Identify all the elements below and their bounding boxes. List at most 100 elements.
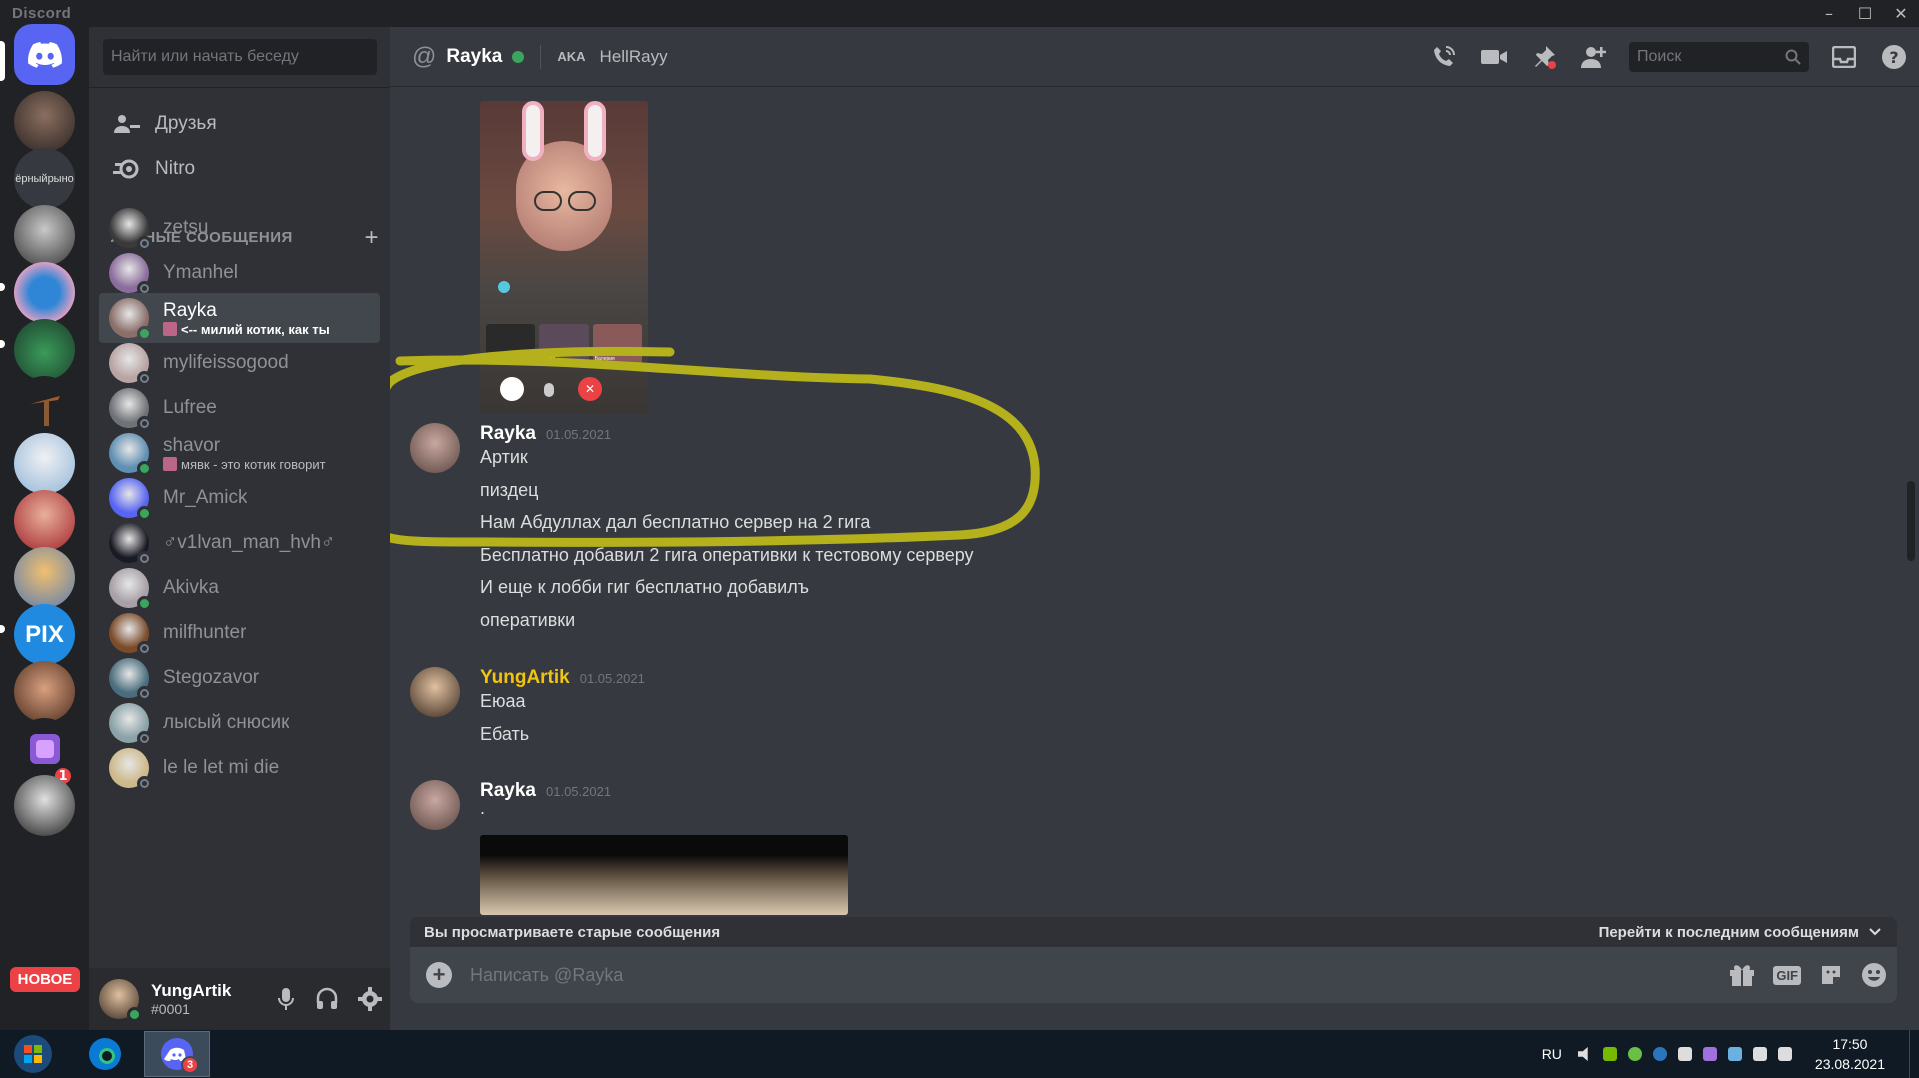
header-search-input[interactable]: Поиск <box>1629 42 1809 72</box>
video-call-button[interactable] <box>1469 27 1519 87</box>
server-icon[interactable] <box>14 91 75 152</box>
pinned-messages-button[interactable] <box>1519 27 1569 87</box>
discord-tray-icon[interactable] <box>1677 1047 1692 1061</box>
dm-item[interactable]: milfhunter <box>99 608 380 658</box>
dm-name: Rayka <box>163 299 217 321</box>
volume-icon[interactable] <box>1577 1047 1588 1061</box>
scrollbar[interactable] <box>1907 91 1915 911</box>
message-text: оперативки <box>480 610 576 630</box>
jump-to-latest-button[interactable]: Перейти к последним сообщениям <box>1599 924 1881 941</box>
composer-actions: GIF <box>1729 962 1887 988</box>
old-messages-notice: Вы просматриваете старые сообщения <box>424 923 721 941</box>
server-icon[interactable] <box>14 490 75 551</box>
avatar[interactable] <box>410 780 460 830</box>
clock[interactable]: 17:50 23.08.2021 <box>1815 1034 1885 1074</box>
upload-plus-icon[interactable]: + <box>426 962 452 988</box>
avatar[interactable] <box>410 423 460 473</box>
maximize-icon[interactable]: ☐ <box>1847 0 1883 27</box>
friends-label: Друзья <box>155 113 217 134</box>
network-icon[interactable] <box>1777 1047 1792 1061</box>
server-icon[interactable]: ёрныйрыно <box>14 148 75 209</box>
avatar <box>109 613 152 656</box>
message-author[interactable]: Rayka <box>480 780 536 802</box>
new-badge: НОВОЕ <box>10 967 80 992</box>
help-button[interactable]: ? <box>1869 27 1919 87</box>
image-attachment[interactable]: Вы Настя Валерия ✕ <box>480 101 648 414</box>
pen-icon[interactable] <box>1702 1047 1717 1061</box>
start-button[interactable] <box>0 1031 66 1077</box>
nitro-icon <box>113 159 139 179</box>
server-icon[interactable] <box>14 547 75 608</box>
divider <box>540 44 542 69</box>
nitro-nav-item[interactable]: Nitro <box>99 145 380 193</box>
gift-icon[interactable] <box>1729 963 1755 987</box>
show-desktop-button[interactable] <box>1909 1030 1919 1078</box>
server-icon[interactable] <box>14 205 75 266</box>
voice-call-button[interactable] <box>1419 27 1469 87</box>
avatar <box>109 658 152 701</box>
scrollbar-thumb[interactable] <box>1907 481 1915 561</box>
image-attachment[interactable] <box>480 835 848 915</box>
call-participant-tile: Настя <box>539 324 589 364</box>
message-text: . <box>480 798 486 818</box>
language-indicator[interactable]: RU <box>1542 1046 1562 1062</box>
video-camera-icon <box>1481 50 1507 64</box>
dm-item[interactable]: Lufree <box>99 383 380 433</box>
server-icon[interactable] <box>14 661 75 722</box>
dm-item[interactable]: Ymanhel <box>99 248 380 298</box>
taskbar-edge[interactable] <box>72 1031 138 1077</box>
server-icon[interactable] <box>14 376 75 437</box>
app-tray-icon[interactable] <box>1727 1047 1742 1061</box>
dm-item[interactable]: mylifeissogood <box>99 338 380 388</box>
taskbar-discord[interactable]: 3 <box>144 1031 210 1077</box>
server-list: ёрныйрыно PIX 1 НОВОЕ <box>0 24 89 1030</box>
flag-alert-icon[interactable] <box>1752 1047 1767 1061</box>
dm-status-text: мявк - это котик говорит <box>163 457 326 472</box>
server-icon[interactable] <box>14 433 75 494</box>
status-indicator <box>137 776 152 791</box>
inbox-button[interactable] <box>1819 27 1869 87</box>
server-icon[interactable]: PIX <box>14 604 75 665</box>
dm-search-input[interactable]: Найти или начать беседу <box>103 39 377 75</box>
dm-item[interactable]: Stegozavor <box>99 653 380 703</box>
dm-item[interactable]: Rayka <-- милий котик, как ты <box>99 293 380 343</box>
server-icon[interactable] <box>14 775 75 836</box>
avatar[interactable] <box>99 979 142 1022</box>
settings-gear-icon[interactable] <box>358 987 382 1011</box>
gif-button[interactable]: GIF <box>1773 965 1801 985</box>
add-friend-to-dm-button[interactable] <box>1569 27 1619 87</box>
server-icon[interactable] <box>14 262 75 323</box>
message-timestamp: 01.05.2021 <box>546 427 612 442</box>
home-button[interactable] <box>14 24 75 85</box>
friends-icon <box>114 115 140 133</box>
server-icon[interactable] <box>14 319 75 380</box>
avatar[interactable] <box>410 667 460 717</box>
pin-icon <box>1535 46 1556 69</box>
dm-item[interactable]: shavor мявк - это котик говорит <box>99 428 380 478</box>
close-icon[interactable]: ✕ <box>1883 0 1919 27</box>
microphone-icon[interactable] <box>276 987 296 1011</box>
headphones-icon[interactable] <box>316 987 338 1011</box>
pickaxe-icon <box>29 395 60 426</box>
minimize-icon[interactable]: – <box>1811 0 1847 27</box>
avatar <box>109 703 152 746</box>
utorrent-icon[interactable] <box>1627 1047 1642 1061</box>
message-author[interactable]: YungArtik <box>480 667 570 689</box>
avatar <box>109 343 152 386</box>
message-input[interactable]: Написать @Rayka <box>470 965 623 986</box>
dm-item[interactable]: Akivka <box>99 563 380 613</box>
message-text: пиздец <box>480 480 539 500</box>
nvidia-icon[interactable] <box>1602 1047 1617 1061</box>
emoji-icon[interactable] <box>1861 962 1887 988</box>
old-messages-bar: Вы просматриваете старые сообщения Перей… <box>410 917 1897 947</box>
dm-item[interactable]: zetsu <box>99 203 380 253</box>
dm-item[interactable]: le le let mi die <box>99 743 380 793</box>
steam-icon[interactable] <box>1652 1047 1667 1061</box>
message-author[interactable]: Rayka <box>480 423 536 445</box>
dm-item[interactable]: лысый снюсик <box>99 698 380 748</box>
dm-item[interactable]: Mr_Amick <box>99 473 380 523</box>
friends-nav-item[interactable]: Друзья <box>99 100 380 148</box>
dm-item[interactable]: ♂v1lvan_man_hvh♂ <box>99 518 380 568</box>
sticker-icon[interactable] <box>1819 963 1843 987</box>
message-text: Ебать <box>480 724 530 744</box>
